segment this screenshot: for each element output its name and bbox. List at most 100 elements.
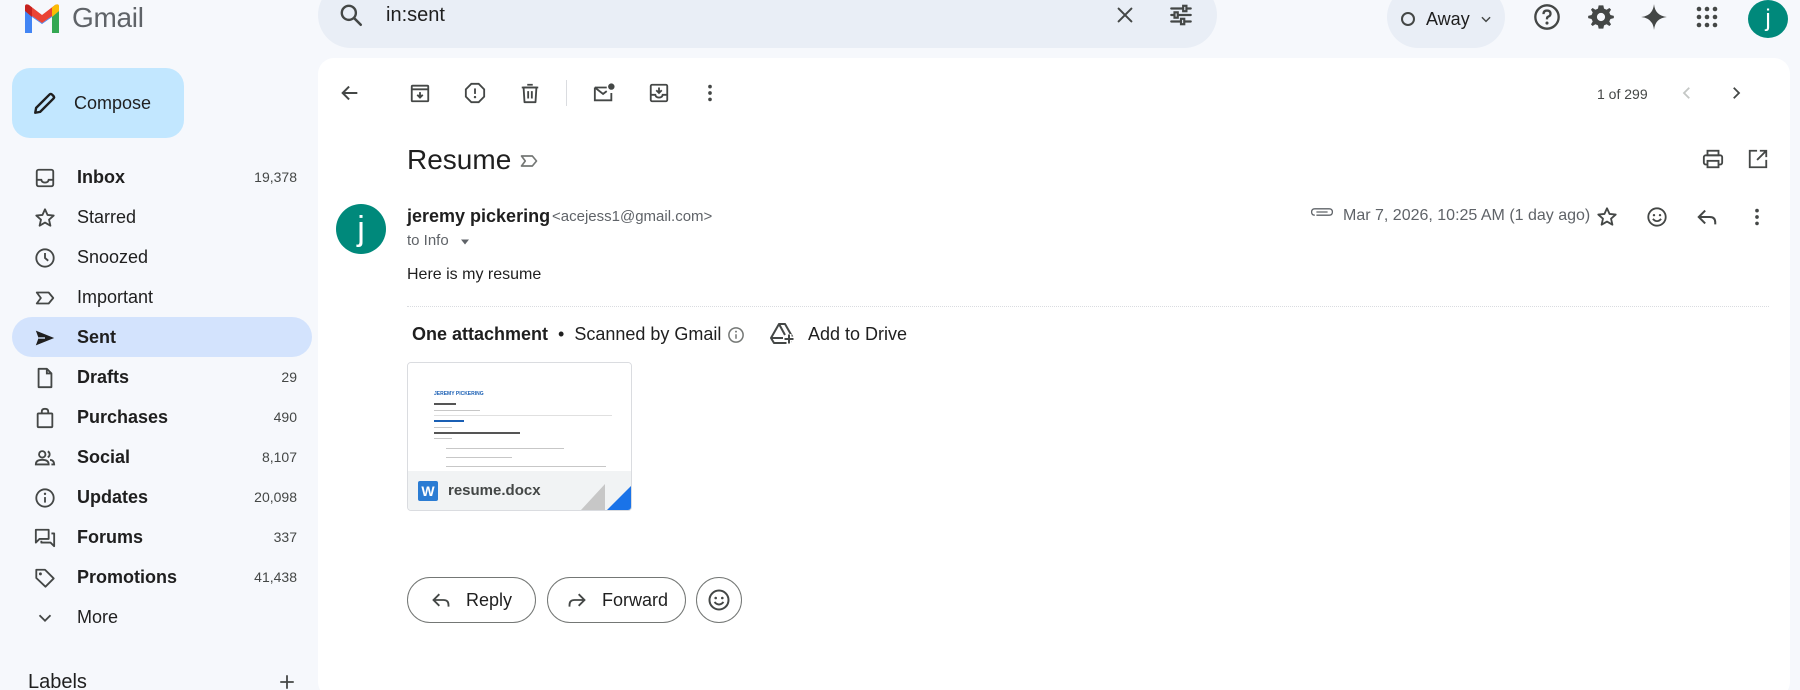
unread-count: 29 — [281, 369, 297, 385]
report-spam-icon[interactable] — [460, 78, 490, 108]
sidebar-item-forums[interactable]: Forums 337 — [12, 517, 312, 557]
page-fold-icon — [581, 484, 631, 510]
search-icon[interactable] — [338, 2, 364, 28]
preview-title: JEREMY PICKERING — [434, 391, 484, 397]
sidebar-item-more[interactable]: More — [12, 597, 312, 637]
sidebar-item-label: Updates — [77, 487, 149, 507]
move-to-icon[interactable] — [644, 78, 674, 108]
unread-count: 490 — [273, 409, 297, 425]
sidebar-item-starred[interactable]: Starred — [12, 197, 312, 237]
add-all-to-drive-button[interactable]: Add to Drive — [770, 322, 907, 346]
sidebar-item-label: Snoozed — [77, 247, 149, 267]
drive-add-icon — [770, 322, 796, 346]
sidebar-item-label: Drafts — [77, 367, 130, 387]
attachment-filename: resume.docx — [448, 482, 541, 499]
sidebar-item-important[interactable]: Important — [12, 277, 312, 317]
sender-name[interactable]: jeremy pickering — [407, 206, 550, 227]
recipient-line: to Info — [407, 232, 449, 249]
sidebar-item-label: More — [77, 607, 119, 627]
more-options-icon[interactable] — [695, 78, 725, 108]
unread-count: 20,098 — [254, 489, 297, 505]
bullet-separator: • — [558, 324, 565, 344]
gmail-m-icon — [25, 4, 59, 33]
reply-icon — [430, 590, 452, 610]
compose-button[interactable]: Compose — [12, 68, 184, 138]
star-icon[interactable] — [1592, 202, 1622, 232]
apps-icon[interactable] — [1692, 2, 1722, 32]
sidebar-item-label: Purchases — [77, 407, 169, 427]
labels-heading: Labels — [28, 671, 87, 690]
forum-icon — [34, 527, 56, 549]
bag-icon — [34, 407, 56, 429]
pencil-icon — [32, 90, 58, 116]
search-options-icon[interactable] — [1168, 2, 1194, 28]
chevron-down-icon — [1479, 12, 1493, 26]
show-details-caret-icon[interactable] — [459, 236, 471, 248]
sidebar-item-label: Sent — [77, 327, 117, 347]
message-date: Mar 7, 2026, 10:25 AM (1 day ago) — [1343, 207, 1591, 224]
newer-chevron-left-icon[interactable] — [1672, 78, 1702, 108]
info-icon — [34, 487, 56, 509]
gemini-icon[interactable] — [1639, 2, 1669, 32]
sidebar-item-promotions[interactable]: Promotions 41,438 — [12, 557, 312, 597]
sidebar-item-updates[interactable]: Updates 20,098 — [12, 477, 312, 517]
draft-icon — [34, 367, 56, 389]
reply-icon[interactable] — [1692, 202, 1722, 232]
sidebar-item-sent[interactable]: Sent — [12, 317, 312, 357]
message-body: Here is my resume — [407, 266, 542, 283]
sidebar-item-inbox[interactable]: Inbox 19,378 — [12, 157, 312, 197]
search-input[interactable]: in:sent — [386, 4, 445, 27]
attachment-preview: JEREMY PICKERING — [408, 363, 631, 471]
help-icon[interactable] — [1532, 2, 1562, 32]
important-icon — [34, 287, 56, 309]
chevron-down-icon — [34, 607, 56, 629]
reply-button[interactable]: Reply — [407, 577, 536, 623]
compose-label: Compose — [74, 92, 152, 113]
attachment-card[interactable]: JEREMY PICKERING W resume.docx — [407, 362, 632, 511]
attachment-count: One attachment — [412, 324, 549, 344]
gmail-logo[interactable]: Gmail — [22, 0, 144, 36]
sidebar-nav: Inbox 19,378 Starred Snoozed Important S… — [12, 157, 312, 637]
people-icon — [34, 447, 56, 469]
important-marker-icon[interactable] — [518, 151, 540, 171]
open-in-new-window-icon[interactable] — [1743, 144, 1773, 174]
forward-label: Forward — [602, 589, 669, 610]
sidebar-item-label: Important — [77, 287, 154, 307]
react-emoji-button[interactable] — [696, 577, 742, 623]
app-name: Gmail — [72, 2, 144, 33]
archive-icon[interactable] — [405, 78, 435, 108]
clear-search-icon[interactable] — [1114, 4, 1136, 26]
pagination-label: 1 of 299 — [1597, 86, 1648, 102]
sidebar-item-label: Social — [77, 447, 131, 467]
sender-avatar[interactable]: j — [336, 204, 386, 254]
settings-icon[interactable] — [1586, 2, 1616, 32]
search-bar[interactable]: in:sent — [318, 0, 1217, 48]
forward-button[interactable]: Forward — [547, 577, 686, 623]
account-avatar[interactable]: j — [1748, 0, 1788, 38]
sidebar-item-label: Promotions — [77, 567, 178, 587]
attachments-divider — [407, 306, 1769, 307]
sidebar-item-social[interactable]: Social 8,107 — [12, 437, 312, 477]
sidebar-item-label: Forums — [77, 527, 144, 547]
older-chevron-right-icon[interactable] — [1721, 78, 1751, 108]
print-icon[interactable] — [1698, 144, 1728, 174]
forward-icon — [566, 590, 588, 610]
status-selector[interactable]: Away — [1387, 0, 1505, 48]
unread-count: 19,378 — [254, 169, 297, 185]
star-icon — [34, 207, 56, 229]
add-label-icon[interactable] — [278, 673, 296, 690]
send-icon — [34, 327, 56, 349]
sidebar-item-drafts[interactable]: Drafts 29 — [12, 357, 312, 397]
message-more-options-icon[interactable] — [1742, 202, 1772, 232]
mark-unread-icon[interactable] — [589, 78, 619, 108]
back-icon[interactable] — [335, 78, 365, 108]
sidebar-item-label: Inbox — [77, 167, 125, 187]
delete-icon[interactable] — [515, 78, 545, 108]
scanned-label: Scanned by Gmail — [574, 324, 722, 344]
sidebar-item-purchases[interactable]: Purchases 490 — [12, 397, 312, 437]
inbox-icon — [34, 167, 56, 189]
sidebar-item-snoozed[interactable]: Snoozed — [12, 237, 312, 277]
message-view: 1 of 299 Resume j jeremy pickering <acej… — [318, 58, 1790, 690]
info-icon[interactable] — [727, 326, 745, 344]
emoji-reaction-icon[interactable] — [1642, 202, 1672, 232]
